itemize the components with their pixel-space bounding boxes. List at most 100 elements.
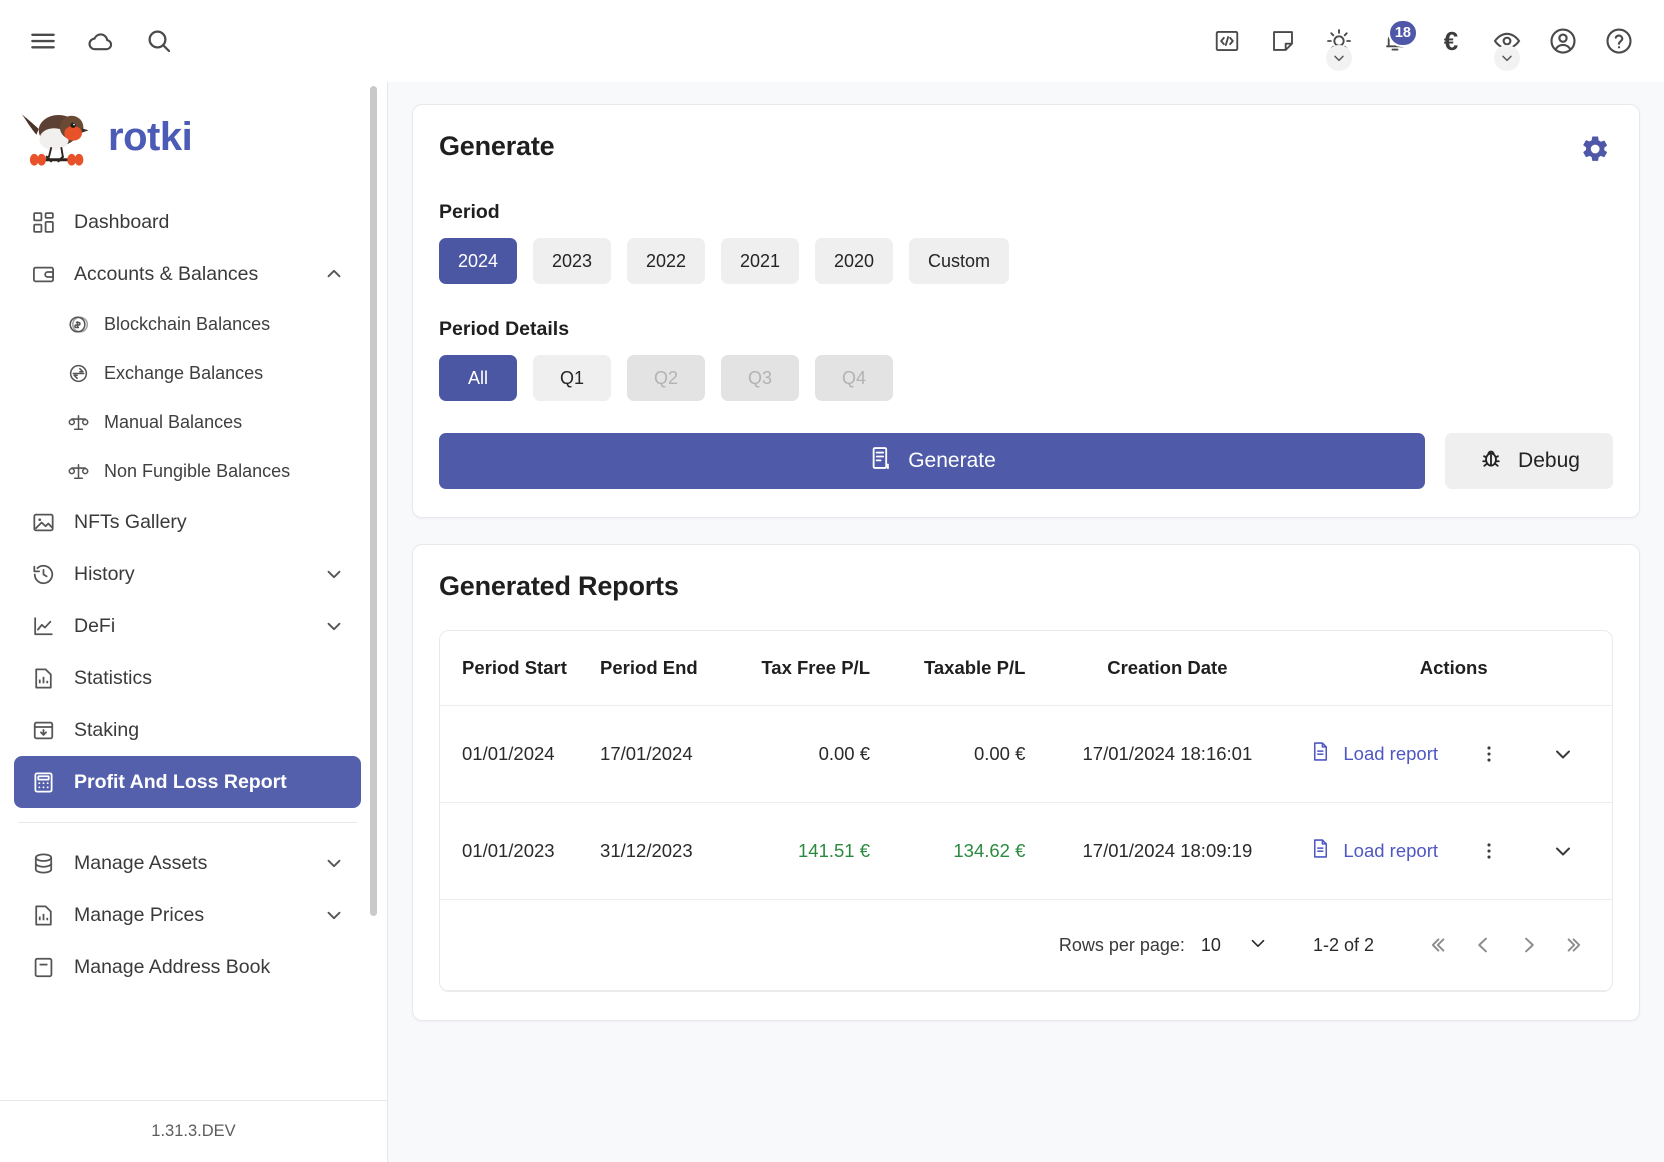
page-range-text: 1-2 of 2 (1312, 934, 1374, 955)
reports-table: Period Start Period End Tax Free P/L Tax… (440, 631, 1612, 991)
price-chart-icon (30, 902, 56, 928)
row-menu-icon[interactable] (1468, 830, 1510, 872)
eye-icon[interactable] (1484, 18, 1530, 71)
app-root: 18 € rotki Dashboard Accounts & Balances… (0, 0, 1664, 1162)
period-button-group: 2024 2023 2022 2021 2020 Custom (439, 238, 1613, 284)
gear-icon[interactable] (1577, 131, 1613, 167)
generate-card-header: Generate (439, 131, 1613, 167)
sidebar-item-label: Manage Prices (74, 903, 205, 926)
sidebar-item-dashboard[interactable]: Dashboard (14, 196, 361, 248)
sidebar-item-label: Staking (74, 718, 140, 741)
cell-actions: Load report (1295, 802, 1612, 900)
row-expand-chevron-icon[interactable] (1542, 733, 1584, 775)
sidebar-item-defi[interactable]: DeFi (14, 600, 361, 652)
rotki-logo-icon (21, 114, 89, 166)
debug-button-label: Debug (1518, 449, 1580, 472)
sun-icon[interactable] (1316, 18, 1362, 71)
chevron-down-icon[interactable] (323, 852, 345, 874)
chevron-down-icon[interactable] (323, 615, 345, 637)
account-icon[interactable] (1540, 18, 1586, 64)
period-button-2021[interactable]: 2021 (721, 238, 799, 284)
sidebar-item-statistics[interactable]: Statistics (14, 652, 361, 704)
euro-icon[interactable]: € (1428, 18, 1474, 64)
column-header-taxable-pl: Taxable P/L (884, 631, 1040, 706)
address-book-icon (30, 954, 56, 980)
app-version: 1.31.3.DEV (0, 1100, 387, 1162)
sidebar-item-exchange-balances[interactable]: Exchange Balances (14, 349, 361, 398)
sidebar-nav: Dashboard Accounts & Balances Blockchain… (0, 196, 375, 1013)
generate-button-label: Generate (908, 449, 996, 472)
sidebar-item-accounts-balances[interactable]: Accounts & Balances (14, 248, 361, 300)
body-wrapper: rotki Dashboard Accounts & Balances Bloc… (0, 82, 1664, 1162)
document-icon (1309, 837, 1332, 865)
bell-icon[interactable]: 18 (1372, 18, 1418, 64)
period-button-custom[interactable]: Custom (909, 238, 1009, 284)
cell-period-end: 31/12/2023 (586, 802, 726, 900)
sidebar-item-manage-prices[interactable]: Manage Prices (14, 889, 361, 941)
period-button-2020[interactable]: 2020 (815, 238, 893, 284)
table-header-row: Period Start Period End Tax Free P/L Tax… (440, 631, 1612, 706)
chart-line-icon (30, 613, 56, 639)
chevron-down-icon[interactable] (323, 904, 345, 926)
sidebar-item-label: Manage Assets (74, 851, 208, 874)
sidebar-item-label: Manage Address Book (74, 955, 271, 978)
chevron-up-icon[interactable] (323, 263, 345, 285)
chevron-down-icon[interactable] (323, 563, 345, 585)
reports-table-container: Period Start Period End Tax Free P/L Tax… (439, 630, 1613, 992)
next-page-button[interactable] (1506, 922, 1552, 968)
chevron-down-icon[interactable] (1326, 45, 1352, 71)
menu-icon[interactable] (20, 18, 66, 64)
sidebar-item-nfts-gallery[interactable]: NFTs Gallery (14, 496, 361, 548)
sidebar-item-blockchain-balances[interactable]: Blockchain Balances (14, 300, 361, 349)
cloud-icon[interactable] (78, 18, 124, 64)
period-button-2022[interactable]: 2022 (627, 238, 705, 284)
chevron-down-icon[interactable] (1494, 45, 1520, 71)
sidebar-item-label: NFTs Gallery (74, 510, 187, 533)
sidebar-item-manual-balances[interactable]: Manual Balances (14, 398, 361, 447)
rows-per-page-select[interactable]: 10 (1201, 932, 1269, 959)
scale-icon (66, 411, 90, 435)
brand-name: rotki (108, 114, 193, 159)
note-icon[interactable] (1260, 18, 1306, 64)
scale-icon (66, 460, 90, 484)
reports-table-body: 01/01/2024 17/01/2024 0.00 € 0.00 € 17/0… (440, 705, 1612, 991)
sidebar-item-history[interactable]: History (14, 548, 361, 600)
first-page-button[interactable] (1414, 922, 1460, 968)
sidebar-item-label: Accounts & Balances (74, 262, 259, 285)
sidebar-item-non-fungible-balances[interactable]: Non Fungible Balances (14, 447, 361, 496)
previous-page-button[interactable] (1460, 922, 1506, 968)
generate-actions: Generate Debug (439, 433, 1613, 489)
sidebar-item-staking[interactable]: Staking (14, 704, 361, 756)
cell-period-start: 01/01/2023 (440, 802, 587, 900)
column-header-tax-free-pl: Tax Free P/L (725, 631, 885, 706)
sidebar-scrollbar[interactable] (370, 86, 377, 916)
load-report-link[interactable]: Load report (1309, 837, 1438, 865)
generate-button[interactable]: Generate (439, 433, 1425, 489)
sidebar-item-label: Profit And Loss Report (74, 770, 287, 793)
search-icon[interactable] (136, 18, 182, 64)
code-icon[interactable] (1204, 18, 1250, 64)
document-icon (1309, 740, 1332, 768)
sidebar-item-profit-and-loss-report[interactable]: Profit And Loss Report (14, 756, 361, 808)
sidebar-item-manage-address-book[interactable]: Manage Address Book (14, 941, 361, 993)
period-button-2023[interactable]: 2023 (533, 238, 611, 284)
row-menu-icon[interactable] (1468, 733, 1510, 775)
generate-card-title: Generate (439, 131, 555, 161)
load-report-label: Load report (1343, 840, 1438, 861)
last-page-button[interactable] (1552, 922, 1598, 968)
load-report-link[interactable]: Load report (1309, 740, 1438, 768)
exchange-icon (66, 362, 90, 386)
chevron-down-icon (1247, 932, 1269, 959)
period-detail-button-q1[interactable]: Q1 (533, 355, 611, 401)
period-button-2024[interactable]: 2024 (439, 238, 517, 284)
sidebar-item-label: Exchange Balances (104, 363, 264, 383)
debug-button[interactable]: Debug (1445, 433, 1613, 489)
sidebar-item-manage-assets[interactable]: Manage Assets (14, 837, 361, 889)
help-icon[interactable] (1596, 18, 1642, 64)
generated-reports-card: Generated Reports Period Start Period En… (412, 544, 1640, 1021)
period-detail-button-all[interactable]: All (439, 355, 517, 401)
staking-icon (30, 717, 56, 743)
period-details-label: Period Details (439, 318, 570, 340)
row-expand-chevron-icon[interactable] (1542, 830, 1584, 872)
sidebar-item-label: Dashboard (74, 210, 170, 233)
